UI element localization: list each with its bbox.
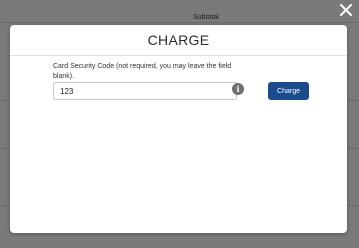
charge-modal: CHARGE Card Security Code (not required,…	[10, 25, 347, 233]
charge-button[interactable]: Charge	[268, 82, 309, 100]
info-icon[interactable]: i	[232, 83, 244, 95]
modal-header: CHARGE	[10, 25, 347, 56]
card-security-code-input[interactable]	[53, 82, 237, 100]
card-security-code-label: Card Security Code (not required, you ma…	[53, 63, 232, 80]
close-icon[interactable]	[339, 3, 353, 17]
modal-title: CHARGE	[147, 32, 210, 48]
